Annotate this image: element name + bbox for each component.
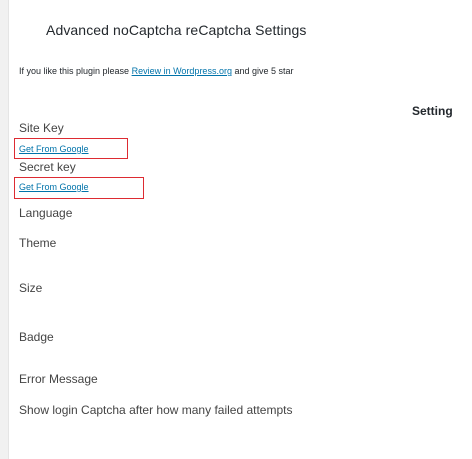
site-key-label: Site Key xyxy=(19,121,64,135)
promo-suffix: and give 5 star xyxy=(231,66,294,76)
badge-label: Badge xyxy=(19,330,54,344)
site-key-get-from-google-link[interactable]: Get From Google xyxy=(19,144,89,154)
admin-sidebar-edge xyxy=(0,0,9,459)
review-promo: If you like this plugin please Review in… xyxy=(19,66,294,76)
size-label: Size xyxy=(19,281,43,295)
promo-prefix: If you like this plugin please xyxy=(19,66,132,76)
page-title: Advanced noCaptcha reCaptcha Settings xyxy=(46,22,307,38)
section-heading: Setting xyxy=(412,104,453,118)
theme-label: Theme xyxy=(19,236,57,250)
review-link[interactable]: Review in Wordpress.org xyxy=(132,66,232,76)
secret-key-get-from-google-link[interactable]: Get From Google xyxy=(19,182,89,192)
error-message-label: Error Message xyxy=(19,372,98,386)
login-attempts-label: Show login Captcha after how many failed… xyxy=(19,403,293,417)
language-label: Language xyxy=(19,206,73,220)
secret-key-label: Secret key xyxy=(19,160,76,174)
